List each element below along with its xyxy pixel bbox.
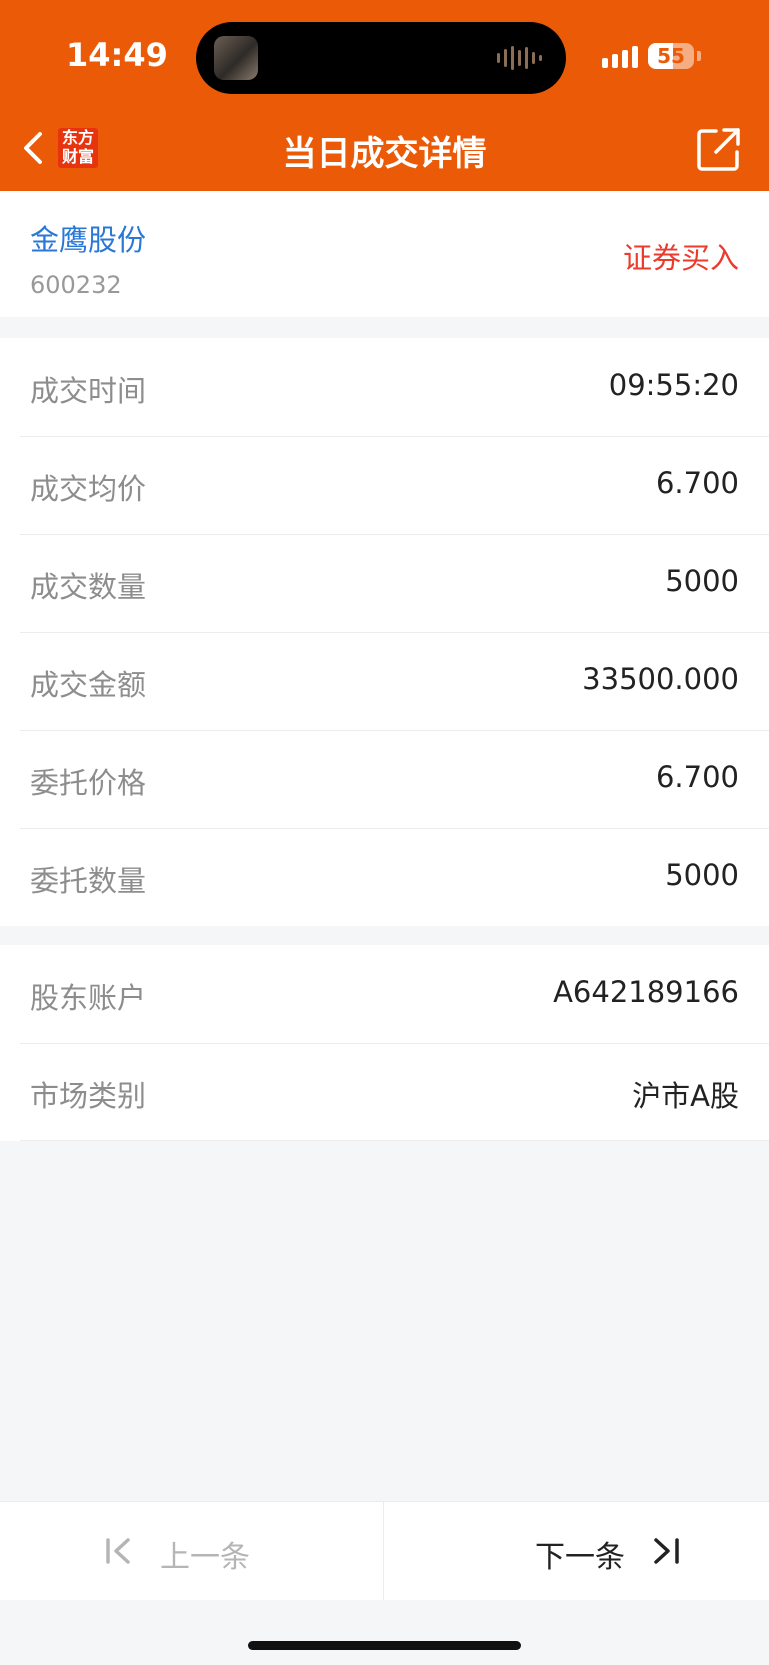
skip-next-icon bbox=[654, 1538, 679, 1564]
next-record-label: 下一条 bbox=[535, 1540, 625, 1575]
detail-row: 成交时间 09:55:20 bbox=[0, 338, 769, 436]
share-button[interactable] bbox=[696, 126, 742, 172]
detail-row: 成交均价 6.700 bbox=[0, 436, 769, 534]
detail-value: 5000 bbox=[665, 564, 739, 598]
next-record-button[interactable]: 下一条 bbox=[384, 1502, 769, 1600]
detail-label: 成交时间 bbox=[30, 374, 147, 408]
skip-previous-icon bbox=[106, 1538, 130, 1564]
detail-row: 成交金额 33500.000 bbox=[0, 632, 769, 730]
account-row: 股东账户 A642189166 bbox=[0, 945, 769, 1043]
detail-value: 5000 bbox=[665, 858, 739, 892]
account-value: 沪市A股 bbox=[632, 1079, 739, 1113]
account-label: 市场类别 bbox=[30, 1079, 147, 1113]
detail-row: 成交数量 5000 bbox=[0, 534, 769, 632]
detail-value: 09:55:20 bbox=[608, 368, 739, 402]
account-info-list: 股东账户 A642189166 市场类别 沪市A股 bbox=[0, 945, 769, 1141]
share-external-icon bbox=[697, 128, 740, 171]
status-time: 14:49 bbox=[66, 36, 168, 74]
dynamic-island bbox=[196, 22, 566, 94]
detail-row: 委托价格 6.700 bbox=[0, 730, 769, 828]
now-playing-thumbnail bbox=[214, 36, 258, 80]
app-header: 14:49 55 东方 财富 当日成交详情 bbox=[0, 0, 769, 191]
previous-record-label: 上一条 bbox=[160, 1540, 250, 1575]
detail-value: 6.700 bbox=[655, 760, 739, 794]
battery-icon: 55 bbox=[648, 43, 694, 69]
account-row: 市场类别 沪市A股 bbox=[0, 1043, 769, 1141]
battery-tip bbox=[697, 51, 701, 61]
page-title: 当日成交详情 bbox=[282, 134, 487, 174]
account-label: 股东账户 bbox=[30, 981, 147, 1015]
trade-details-list: 成交时间 09:55:20 成交均价 6.700 成交数量 5000 成交金额 … bbox=[0, 338, 769, 926]
audio-wave-icon bbox=[497, 46, 542, 70]
stock-name: 金鹰股份 bbox=[30, 223, 147, 257]
account-value: A642189166 bbox=[553, 975, 739, 1009]
stock-card: 金鹰股份 600232 证券买入 bbox=[0, 191, 769, 317]
detail-label: 成交均价 bbox=[30, 472, 147, 506]
detail-value: 33500.000 bbox=[582, 662, 739, 696]
battery-level: 55 bbox=[657, 44, 685, 68]
detail-label: 成交金额 bbox=[30, 668, 147, 702]
detail-label: 委托数量 bbox=[30, 864, 147, 898]
stock-code: 600232 bbox=[30, 271, 122, 299]
detail-label: 委托价格 bbox=[30, 766, 147, 800]
detail-label: 成交数量 bbox=[30, 570, 147, 604]
trade-type: 证券买入 bbox=[622, 241, 739, 275]
detail-value: 6.700 bbox=[655, 466, 739, 500]
previous-record-button[interactable]: 上一条 bbox=[0, 1502, 383, 1600]
detail-row: 委托数量 5000 bbox=[0, 828, 769, 926]
cellular-signal-icon bbox=[602, 46, 638, 68]
record-navigation: 上一条 下一条 bbox=[0, 1501, 769, 1600]
home-indicator bbox=[248, 1641, 521, 1650]
